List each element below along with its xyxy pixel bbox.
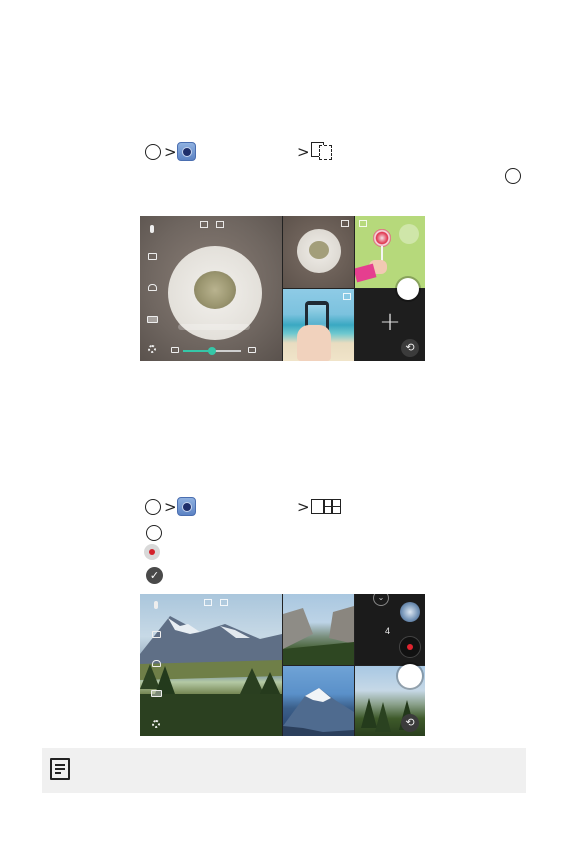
settings-icon[interactable] — [148, 345, 156, 353]
add-panel[interactable]: + ⟲ — [355, 289, 425, 361]
camera-small-icon — [171, 347, 179, 353]
gallery-icon[interactable] — [147, 316, 158, 323]
zoom-slider[interactable] — [183, 347, 241, 355]
preview-panel-4 — [283, 666, 354, 736]
crop-frame-icon — [216, 221, 224, 228]
control-panel: ⌄ 4 — [355, 594, 425, 665]
blurred-caption — [178, 324, 250, 330]
shutter-circle-icon — [145, 499, 161, 515]
preview-panel-3 — [355, 216, 425, 288]
crop-frame-icon — [359, 220, 367, 227]
crop-frame-icon — [341, 220, 349, 227]
multi-view-screenshot-2: ⌄ 4 ⟲ — [140, 594, 425, 736]
chevron-down-icon[interactable]: ⌄ — [373, 594, 389, 606]
multi-view-screenshot-1: + ⟲ — [140, 216, 425, 361]
crop-frame-icon — [343, 293, 351, 300]
main-preview-panel — [140, 216, 282, 361]
gallery-icon[interactable] — [151, 690, 162, 697]
shutter-button[interactable] — [397, 278, 419, 300]
record-button[interactable] — [399, 636, 421, 658]
folder-icon — [248, 347, 256, 353]
chevron-right-icon: > — [297, 498, 310, 516]
back-icon[interactable]: ⟲ — [401, 339, 419, 357]
mic-icon[interactable] — [150, 225, 154, 233]
preview-panel-4 — [283, 289, 354, 361]
chevron-right-icon: > — [297, 143, 310, 161]
snowy-mountain-scene — [283, 688, 354, 736]
crop-frame-icon — [204, 599, 212, 606]
preview-panel-2 — [283, 594, 354, 665]
chevron-right-icon: > — [164, 498, 177, 516]
checkmark-icon: ✓ — [146, 567, 163, 584]
camera-icon[interactable] — [152, 631, 161, 638]
mic-icon[interactable] — [154, 601, 158, 609]
note-box — [42, 748, 526, 793]
portrait-icon[interactable] — [152, 660, 161, 667]
zoom-slider-handle[interactable] — [208, 347, 216, 355]
camera-app-icon — [177, 142, 196, 161]
add-icon[interactable]: + — [379, 309, 401, 335]
main-preview-panel — [140, 594, 282, 736]
camera-icon[interactable] — [148, 253, 157, 260]
shutter-circle-icon — [145, 144, 161, 160]
back-icon[interactable]: ⟲ — [401, 714, 419, 732]
shutter-circle-icon — [505, 168, 521, 184]
crop-frame-icon — [220, 599, 228, 606]
note-icon — [50, 758, 70, 780]
shutter-button[interactable] — [398, 664, 422, 688]
dual-screen-icon — [311, 142, 333, 160]
shot-count: 4 — [385, 626, 391, 636]
settings-icon[interactable] — [152, 720, 160, 728]
shutter-circle-icon — [146, 525, 162, 541]
record-icon — [144, 544, 160, 560]
chevron-right-icon: > — [164, 143, 177, 161]
crop-frame-icon — [200, 221, 208, 228]
mountain-scene — [140, 616, 282, 736]
preview-panel-2 — [283, 216, 354, 288]
thumbnail-avatar[interactable] — [400, 602, 420, 622]
cliff-scene — [283, 606, 354, 665]
camera-app-icon — [177, 497, 196, 516]
portrait-icon[interactable] — [148, 284, 157, 291]
grid-icon — [311, 499, 341, 514]
